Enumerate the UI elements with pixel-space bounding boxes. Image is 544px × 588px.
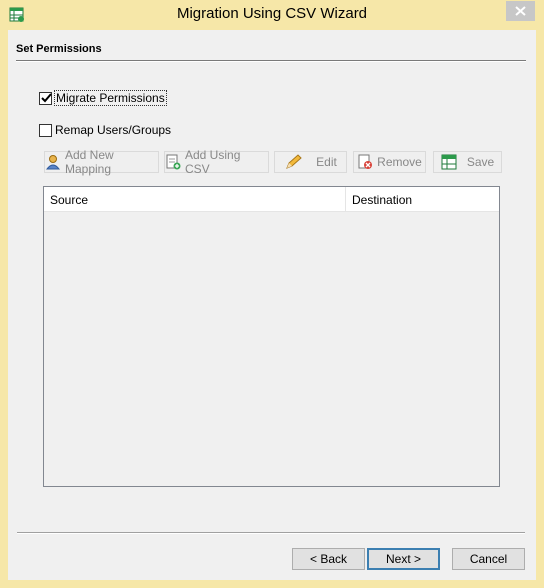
remap-users-label[interactable]: Remap Users/Groups (55, 123, 171, 137)
pencil-icon (284, 154, 302, 170)
cancel-button[interactable]: Cancel (452, 548, 525, 570)
remap-users-checkbox[interactable] (39, 123, 52, 137)
title-bar: Migration Using CSV Wizard (0, 0, 544, 30)
add-using-csv-button[interactable]: Add Using CSV (164, 148, 269, 176)
add-new-mapping-label: Add New Mapping (65, 148, 114, 176)
edit-button[interactable]: Edit (274, 151, 347, 173)
csv-add-icon (165, 154, 181, 170)
save-spreadsheet-icon (441, 154, 457, 170)
close-icon (506, 1, 535, 21)
column-header-destination[interactable]: Destination (346, 187, 499, 211)
remove-button[interactable]: Remove (353, 151, 426, 173)
column-header-source[interactable]: Source (44, 187, 346, 211)
add-using-csv-label: Add Using CSV (185, 148, 241, 176)
migrate-permissions-checkbox[interactable] (39, 91, 52, 105)
save-button[interactable]: Save (433, 151, 502, 173)
user-add-icon (45, 154, 61, 170)
mapping-list[interactable]: Source Destination (43, 186, 500, 487)
edit-label: Edit (316, 155, 337, 169)
migrate-permissions-option[interactable]: Migrate Permissions (39, 90, 167, 106)
add-new-mapping-button[interactable]: Add New Mapping (44, 148, 159, 176)
remove-icon (357, 154, 373, 170)
save-label: Save (466, 155, 495, 169)
back-button[interactable]: < Back (292, 548, 365, 570)
window-title: Migration Using CSV Wizard (176, 5, 368, 22)
list-header: Source Destination (44, 187, 499, 212)
migrate-permissions-label[interactable]: Migrate Permissions (54, 90, 167, 106)
close-button[interactable] (506, 1, 535, 21)
section-title: Set Permissions (16, 43, 102, 55)
remap-users-option[interactable]: Remap Users/Groups (39, 123, 171, 137)
footer-divider (17, 532, 525, 533)
next-button[interactable]: Next > (367, 548, 440, 570)
remove-label: Remove (377, 155, 422, 169)
checkmark-icon (41, 92, 52, 102)
section-divider (16, 60, 526, 61)
